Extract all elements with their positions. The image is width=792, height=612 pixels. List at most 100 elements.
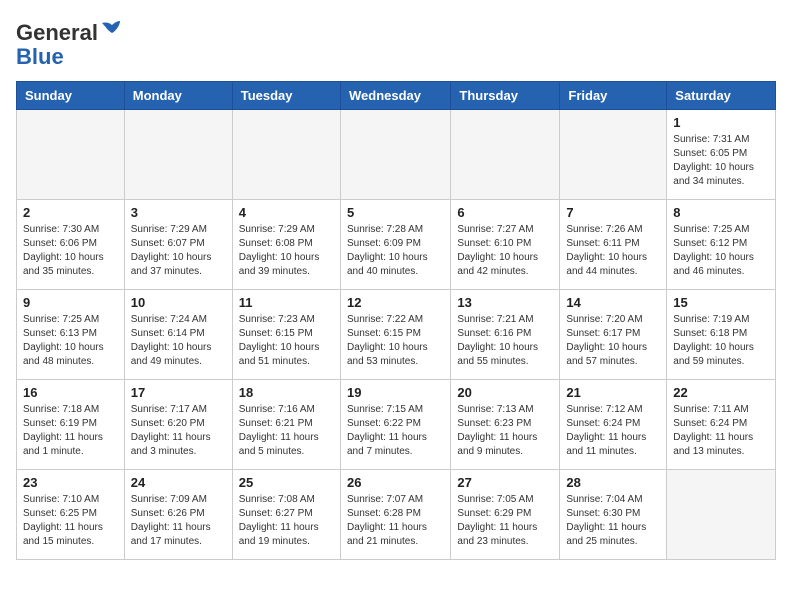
weekday-header-row: SundayMondayTuesdayWednesdayThursdayFrid… (17, 82, 776, 110)
day-info: Sunrise: 7:20 AM Sunset: 6:17 PM Dayligh… (566, 313, 660, 369)
day-info: Sunrise: 7:19 AM Sunset: 6:18 PM Dayligh… (673, 313, 769, 369)
day-cell: 14 Sunrise: 7:20 AM Sunset: 6:17 PM Dayli… (560, 290, 667, 380)
day-info: Sunrise: 7:31 AM Sunset: 6:05 PM Dayligh… (673, 133, 769, 189)
day-number: 4 (239, 205, 334, 220)
day-cell (451, 110, 560, 200)
day-cell: 13 Sunrise: 7:21 AM Sunset: 6:16 PM Dayli… (451, 290, 560, 380)
day-cell: 28 Sunrise: 7:04 AM Sunset: 6:30 PM Dayli… (560, 470, 667, 560)
day-info: Sunrise: 7:09 AM Sunset: 6:26 PM Dayligh… (131, 493, 226, 549)
day-info: Sunrise: 7:26 AM Sunset: 6:11 PM Dayligh… (566, 223, 660, 279)
day-cell: 26 Sunrise: 7:07 AM Sunset: 6:28 PM Dayli… (340, 470, 450, 560)
day-number: 11 (239, 295, 334, 310)
day-cell: 12Sunrise: 7:22 AM Sunset: 6:15 PM Dayli… (340, 290, 450, 380)
day-info: Sunrise: 7:30 AM Sunset: 6:06 PM Dayligh… (23, 223, 118, 279)
day-number: 3 (131, 205, 226, 220)
day-number: 17 (131, 385, 226, 400)
day-cell (17, 110, 125, 200)
logo: General Blue (16, 16, 124, 69)
day-number: 8 (673, 205, 769, 220)
day-info: Sunrise: 7:07 AM Sunset: 6:28 PM Dayligh… (347, 493, 444, 549)
day-info: Sunrise: 7:21 AM Sunset: 6:16 PM Dayligh… (457, 313, 553, 369)
day-cell: 20 Sunrise: 7:13 AM Sunset: 6:23 PM Dayli… (451, 380, 560, 470)
logo-general: General (16, 20, 98, 45)
weekday-header-saturday: Saturday (667, 82, 776, 110)
day-cell: 23 Sunrise: 7:10 AM Sunset: 6:25 PM Dayli… (17, 470, 125, 560)
week-row-4: 16Sunrise: 7:18 AM Sunset: 6:19 PM Dayli… (17, 380, 776, 470)
day-info: Sunrise: 7:10 AM Sunset: 6:25 PM Dayligh… (23, 493, 118, 549)
day-info: Sunrise: 7:04 AM Sunset: 6:30 PM Dayligh… (566, 493, 660, 549)
day-info: Sunrise: 7:13 AM Sunset: 6:23 PM Dayligh… (457, 403, 553, 459)
day-cell: 15Sunrise: 7:19 AM Sunset: 6:18 PM Dayli… (667, 290, 776, 380)
day-number: 13 (457, 295, 553, 310)
day-number: 23 (23, 475, 118, 490)
day-cell: 6 Sunrise: 7:27 AM Sunset: 6:10 PM Daylig… (451, 200, 560, 290)
day-info: Sunrise: 7:25 AM Sunset: 6:12 PM Dayligh… (673, 223, 769, 279)
day-number: 12 (347, 295, 444, 310)
day-number: 9 (23, 295, 118, 310)
day-number: 25 (239, 475, 334, 490)
weekday-header-monday: Monday (124, 82, 232, 110)
logo-bird-icon (100, 16, 124, 40)
day-cell: 27Sunrise: 7:05 AM Sunset: 6:29 PM Dayli… (451, 470, 560, 560)
day-number: 28 (566, 475, 660, 490)
weekday-header-thursday: Thursday (451, 82, 560, 110)
day-number: 19 (347, 385, 444, 400)
day-info: Sunrise: 7:15 AM Sunset: 6:22 PM Dayligh… (347, 403, 444, 459)
day-cell: 11 Sunrise: 7:23 AM Sunset: 6:15 PM Dayli… (232, 290, 340, 380)
week-row-1: 1 Sunrise: 7:31 AM Sunset: 6:05 PM Daylig… (17, 110, 776, 200)
day-cell: 24 Sunrise: 7:09 AM Sunset: 6:26 PM Dayli… (124, 470, 232, 560)
day-info: Sunrise: 7:25 AM Sunset: 6:13 PM Dayligh… (23, 313, 118, 369)
day-info: Sunrise: 7:27 AM Sunset: 6:10 PM Dayligh… (457, 223, 553, 279)
day-cell: 19 Sunrise: 7:15 AM Sunset: 6:22 PM Dayli… (340, 380, 450, 470)
day-info: Sunrise: 7:18 AM Sunset: 6:19 PM Dayligh… (23, 403, 118, 459)
day-cell: 10 Sunrise: 7:24 AM Sunset: 6:14 PM Dayli… (124, 290, 232, 380)
day-number: 10 (131, 295, 226, 310)
day-info: Sunrise: 7:16 AM Sunset: 6:21 PM Dayligh… (239, 403, 334, 459)
day-info: Sunrise: 7:11 AM Sunset: 6:24 PM Dayligh… (673, 403, 769, 459)
calendar-table: SundayMondayTuesdayWednesdayThursdayFrid… (16, 81, 776, 560)
day-number: 1 (673, 115, 769, 130)
day-cell: 17 Sunrise: 7:17 AM Sunset: 6:20 PM Dayli… (124, 380, 232, 470)
weekday-header-tuesday: Tuesday (232, 82, 340, 110)
weekday-header-sunday: Sunday (17, 82, 125, 110)
day-number: 24 (131, 475, 226, 490)
day-cell: 3 Sunrise: 7:29 AM Sunset: 6:07 PM Daylig… (124, 200, 232, 290)
day-info: Sunrise: 7:05 AM Sunset: 6:29 PM Dayligh… (457, 493, 553, 549)
day-cell: 1 Sunrise: 7:31 AM Sunset: 6:05 PM Daylig… (667, 110, 776, 200)
day-number: 7 (566, 205, 660, 220)
day-cell: 16Sunrise: 7:18 AM Sunset: 6:19 PM Dayli… (17, 380, 125, 470)
day-number: 20 (457, 385, 553, 400)
day-info: Sunrise: 7:12 AM Sunset: 6:24 PM Dayligh… (566, 403, 660, 459)
day-info: Sunrise: 7:24 AM Sunset: 6:14 PM Dayligh… (131, 313, 226, 369)
day-cell: 18 Sunrise: 7:16 AM Sunset: 6:21 PM Dayli… (232, 380, 340, 470)
day-info: Sunrise: 7:29 AM Sunset: 6:07 PM Dayligh… (131, 223, 226, 279)
day-number: 5 (347, 205, 444, 220)
week-row-3: 9 Sunrise: 7:25 AM Sunset: 6:13 PM Daylig… (17, 290, 776, 380)
week-row-5: 23 Sunrise: 7:10 AM Sunset: 6:25 PM Dayli… (17, 470, 776, 560)
day-number: 22 (673, 385, 769, 400)
weekday-header-friday: Friday (560, 82, 667, 110)
day-number: 2 (23, 205, 118, 220)
day-info: Sunrise: 7:23 AM Sunset: 6:15 PM Dayligh… (239, 313, 334, 369)
day-number: 6 (457, 205, 553, 220)
day-number: 26 (347, 475, 444, 490)
day-number: 21 (566, 385, 660, 400)
day-number: 14 (566, 295, 660, 310)
day-cell: 8 Sunrise: 7:25 AM Sunset: 6:12 PM Daylig… (667, 200, 776, 290)
day-cell: 7 Sunrise: 7:26 AM Sunset: 6:11 PM Daylig… (560, 200, 667, 290)
day-cell (124, 110, 232, 200)
day-info: Sunrise: 7:17 AM Sunset: 6:20 PM Dayligh… (131, 403, 226, 459)
day-cell (560, 110, 667, 200)
day-cell: 2 Sunrise: 7:30 AM Sunset: 6:06 PM Daylig… (17, 200, 125, 290)
day-info: Sunrise: 7:28 AM Sunset: 6:09 PM Dayligh… (347, 223, 444, 279)
day-cell (667, 470, 776, 560)
day-cell: 9 Sunrise: 7:25 AM Sunset: 6:13 PM Daylig… (17, 290, 125, 380)
day-cell: 22 Sunrise: 7:11 AM Sunset: 6:24 PM Dayli… (667, 380, 776, 470)
day-info: Sunrise: 7:08 AM Sunset: 6:27 PM Dayligh… (239, 493, 334, 549)
day-info: Sunrise: 7:29 AM Sunset: 6:08 PM Dayligh… (239, 223, 334, 279)
day-cell (232, 110, 340, 200)
page-header: General Blue (16, 16, 776, 69)
day-number: 18 (239, 385, 334, 400)
day-cell: 5 Sunrise: 7:28 AM Sunset: 6:09 PM Daylig… (340, 200, 450, 290)
weekday-header-wednesday: Wednesday (340, 82, 450, 110)
